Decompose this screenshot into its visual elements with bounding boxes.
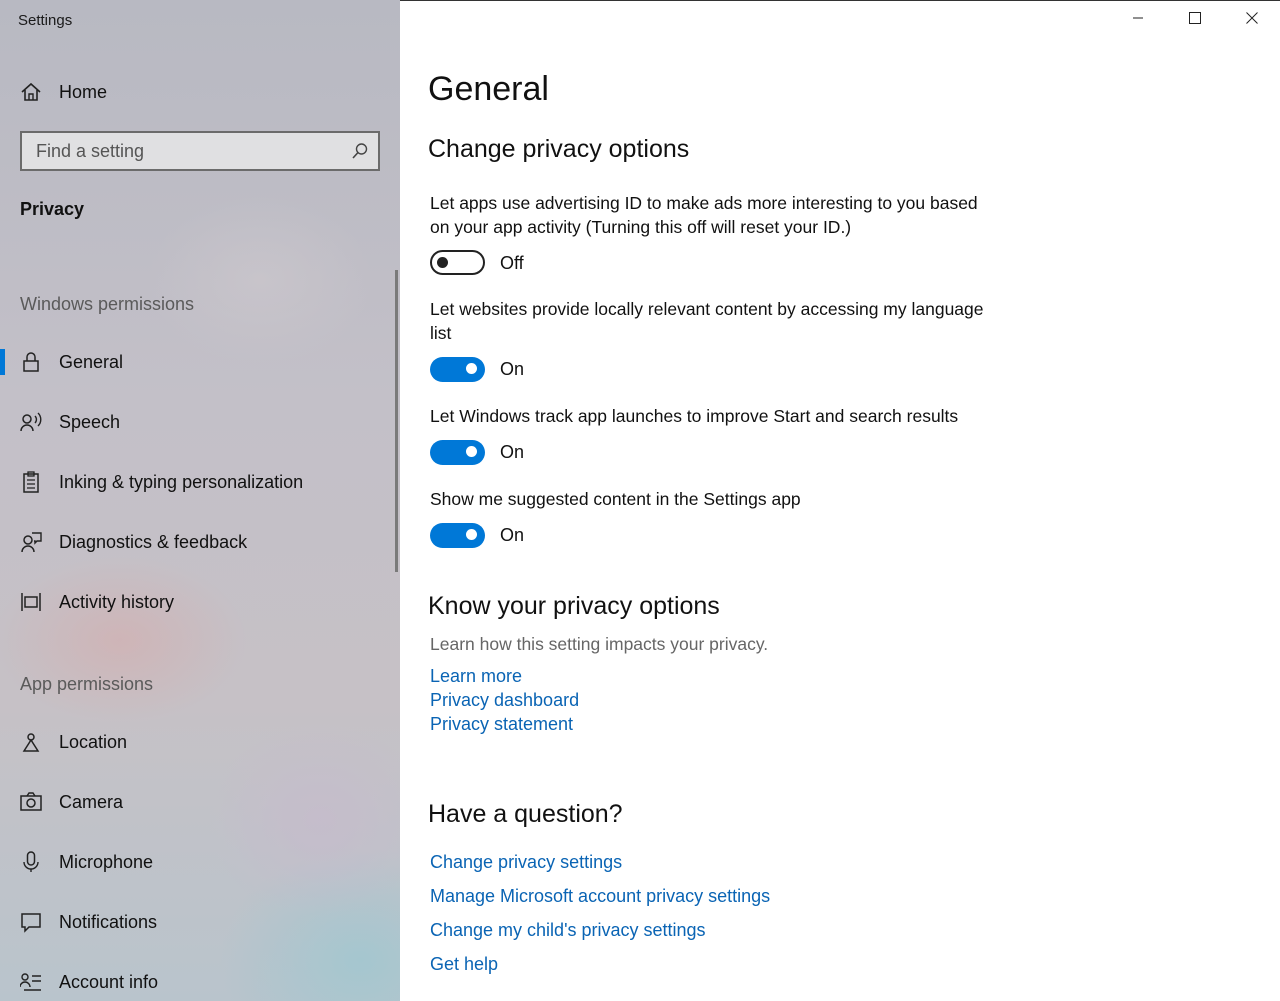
setting-advertising-id-desc: Let apps use advertising ID to make ads … — [430, 193, 978, 237]
camera-icon — [20, 791, 42, 813]
sidebar: Settings Home Privacy Windows permission… — [0, 0, 400, 1001]
get-help-link[interactable]: Get help — [430, 954, 498, 975]
sidebar-item-general[interactable]: General — [0, 342, 400, 382]
toggle-app-launches[interactable] — [430, 440, 485, 465]
nav-home-label: Home — [59, 81, 108, 102]
have-question-heading: Have a question? — [428, 800, 623, 828]
sidebar-item-activity-history[interactable]: Activity history — [0, 582, 400, 622]
sidebar-item-label: Location — [59, 731, 128, 752]
app-permissions-header: App permissions — [20, 674, 154, 694]
toggle-knob — [466, 529, 477, 540]
child-privacy-settings-link[interactable]: Change my child's privacy settings — [430, 920, 706, 941]
sidebar-item-label: Speech — [59, 411, 121, 432]
learn-more-link[interactable]: Learn more — [430, 666, 522, 687]
sidebar-item-label: Microphone — [59, 851, 154, 872]
sidebar-item-account-info[interactable]: Account info — [0, 962, 400, 1001]
sidebar-item-label: Notifications — [59, 911, 158, 932]
toggle-state-label: On — [500, 442, 525, 462]
manage-account-privacy-link[interactable]: Manage Microsoft account privacy setting… — [430, 886, 770, 907]
know-privacy-heading: Know your privacy options — [428, 592, 720, 620]
privacy-statement-link[interactable]: Privacy statement — [430, 714, 573, 735]
sidebar-item-label: General — [59, 351, 124, 372]
clipboard-icon — [20, 471, 42, 493]
search-icon[interactable] — [350, 141, 370, 161]
toggle-suggested-content[interactable] — [430, 523, 485, 548]
microphone-icon — [20, 851, 42, 873]
nav-home[interactable]: Home — [0, 72, 400, 112]
know-privacy-desc: Learn how this setting impacts your priv… — [430, 634, 769, 654]
diagnostics-icon — [20, 531, 42, 553]
home-icon — [20, 81, 42, 103]
windows-permissions-header: Windows permissions — [20, 294, 195, 314]
sidebar-item-camera[interactable]: Camera — [0, 782, 400, 822]
sidebar-item-diagnostics[interactable]: Diagnostics & feedback — [0, 522, 400, 562]
toggle-knob — [466, 446, 477, 457]
active-indicator — [0, 349, 5, 375]
toggle-knob — [437, 257, 448, 268]
lock-icon — [20, 351, 42, 373]
main-content: General Change privacy options Let apps … — [400, 0, 1280, 1001]
sidebar-item-label: Activity history — [59, 591, 175, 612]
toggle-language-list[interactable] — [430, 357, 485, 382]
sidebar-item-speech[interactable]: Speech — [0, 402, 400, 442]
toggle-knob — [466, 363, 477, 374]
location-icon — [20, 731, 42, 753]
setting-app-launches-desc: Let Windows track app launches to improv… — [430, 406, 959, 426]
app-title: Settings — [18, 12, 73, 29]
sidebar-item-label: Camera — [59, 791, 124, 812]
toggle-state-label: Off — [500, 253, 524, 273]
category-heading: Privacy — [20, 199, 85, 219]
page-title: General — [428, 70, 549, 108]
search-input[interactable] — [22, 133, 342, 169]
change-privacy-settings-link[interactable]: Change privacy settings — [430, 852, 622, 873]
account-info-icon — [20, 971, 42, 993]
search-box[interactable] — [20, 131, 380, 171]
sidebar-item-location[interactable]: Location — [0, 722, 400, 762]
toggle-state-label: On — [500, 359, 525, 379]
sidebar-item-label: Diagnostics & feedback — [59, 531, 248, 552]
change-privacy-heading: Change privacy options — [428, 135, 690, 163]
sidebar-scrollbar[interactable] — [395, 270, 398, 572]
setting-suggested-content-desc: Show me suggested content in the Setting… — [430, 489, 801, 509]
notifications-icon — [20, 911, 42, 933]
timeline-icon — [20, 591, 42, 613]
sidebar-item-label: Inking & typing personalization — [59, 471, 304, 492]
sidebar-item-notifications[interactable]: Notifications — [0, 902, 400, 942]
toggle-state-label: On — [500, 525, 525, 545]
toggle-advertising-id[interactable] — [430, 250, 485, 275]
speech-icon — [20, 411, 42, 433]
sidebar-item-label: Account info — [59, 971, 159, 992]
setting-language-list-desc: Let websites provide locally relevant co… — [430, 299, 984, 343]
privacy-dashboard-link[interactable]: Privacy dashboard — [430, 690, 579, 711]
sidebar-item-inking[interactable]: Inking & typing personalization — [0, 462, 400, 502]
sidebar-item-microphone[interactable]: Microphone — [0, 842, 400, 882]
